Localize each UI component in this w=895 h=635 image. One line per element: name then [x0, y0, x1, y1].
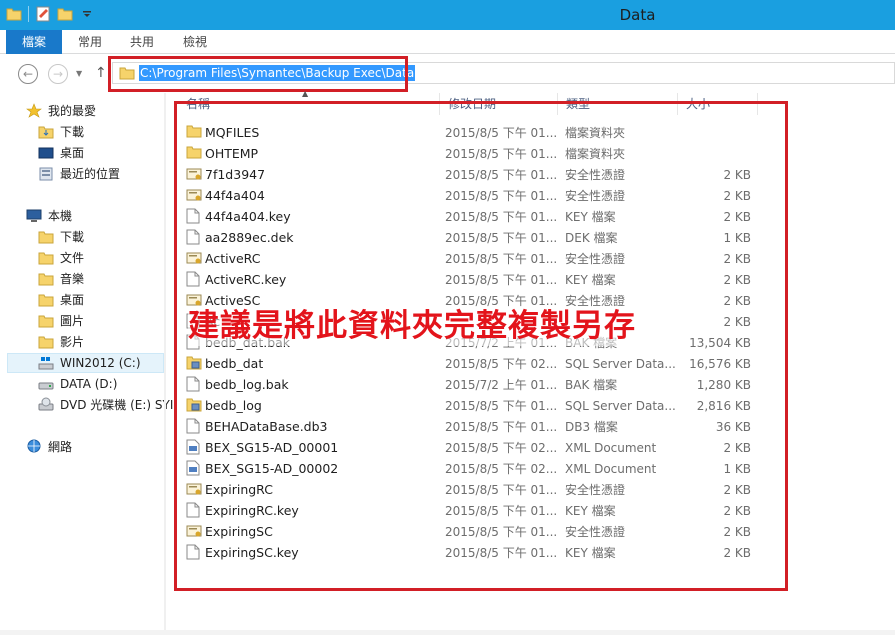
sidebar-item-favorites[interactable]: 我的最愛 [26, 101, 96, 121]
recent-locations-dropdown[interactable]: ▼ [76, 69, 82, 78]
folder-icon [38, 229, 54, 245]
sidebar-scrollbar[interactable] [164, 93, 166, 635]
arrow-up-icon: ↑ [95, 65, 107, 81]
forward-button[interactable]: → [48, 64, 68, 84]
sidebar-item-drive-d[interactable]: DATA (D:) [38, 374, 117, 394]
tab-share[interactable]: 共用 [122, 30, 162, 54]
sidebar-item-label: 最近的位置 [60, 167, 121, 181]
sidebar-item-label: 桌面 [60, 146, 85, 160]
sidebar-item-label: 圖片 [60, 314, 85, 328]
sidebar-item-videos[interactable]: 影片 [38, 332, 84, 352]
sidebar-item-label: 我的最愛 [48, 104, 97, 118]
sidebar-item-label: 影片 [60, 335, 85, 349]
sidebar-item-label: DATA (D:) [60, 377, 118, 391]
sidebar-item-network[interactable]: 網路 [26, 437, 72, 457]
sidebar-item-downloads[interactable]: 下載 [38, 122, 84, 142]
tab-view[interactable]: 檢視 [175, 30, 215, 54]
sidebar-item-desktop[interactable]: 桌面 [38, 143, 84, 163]
sidebar-item-label: 桌面 [60, 293, 85, 307]
sidebar-item-label: 下載 [60, 230, 85, 244]
sidebar-item-label: 本機 [48, 209, 73, 223]
drive-icon [38, 355, 54, 371]
sidebar-item-music[interactable]: 音樂 [38, 269, 84, 289]
sidebar-item-documents[interactable]: 文件 [38, 248, 84, 268]
folder-icon [38, 271, 54, 287]
desktop-icon [38, 145, 54, 161]
folder-icon [38, 292, 54, 308]
ribbon: 檔案 常用 共用 檢視 [0, 30, 895, 54]
sidebar-item-label: 文件 [60, 251, 85, 265]
sidebar-item-label: DVD 光碟機 (E:) SYI [60, 398, 174, 412]
sidebar-item-label: 音樂 [60, 272, 85, 286]
drive-icon [38, 376, 54, 392]
sidebar-item-pc-downloads[interactable]: 下載 [38, 227, 84, 247]
sidebar-item-pc-desktop[interactable]: 桌面 [38, 290, 84, 310]
arrow-left-icon: ← [22, 67, 34, 81]
computer-icon [26, 208, 42, 224]
title-bar[interactable]: Data [0, 0, 895, 30]
back-button[interactable]: ← [18, 64, 38, 84]
status-bar [0, 630, 895, 635]
folder-icon [38, 250, 54, 266]
address-highlight-box [108, 56, 408, 92]
sidebar-item-this-pc[interactable]: 本機 [26, 206, 72, 226]
folder-icon [38, 124, 54, 140]
sidebar-item-recent[interactable]: 最近的位置 [38, 164, 120, 184]
navigation-pane: 我的最愛 下載 桌面 最近的位置 本機 下載 文件 音樂 桌面 圖片 影片 WI… [0, 93, 173, 635]
star-icon [26, 103, 42, 119]
network-icon [26, 439, 42, 455]
recent-icon [38, 166, 54, 182]
dvd-icon [38, 397, 54, 413]
up-button[interactable]: ↑ [95, 65, 107, 81]
sidebar-item-dvd-drive[interactable]: DVD 光碟機 (E:) SYI [38, 395, 173, 415]
annotation-text: 建議是將此資料夾完整複製另存 [188, 306, 636, 346]
sidebar-item-label: 下載 [60, 125, 85, 139]
folder-icon [38, 313, 54, 329]
folder-icon [38, 334, 54, 350]
tab-home[interactable]: 常用 [70, 30, 110, 54]
sidebar-item-pictures[interactable]: 圖片 [38, 311, 84, 331]
tab-file[interactable]: 檔案 [6, 30, 62, 54]
sidebar-item-label: WIN2012 (C:) [60, 356, 141, 370]
sidebar-item-drive-c[interactable]: WIN2012 (C:) [7, 353, 164, 373]
window-title: Data [619, 6, 656, 24]
sidebar-item-label: 網路 [48, 440, 73, 454]
arrow-right-icon: → [52, 67, 64, 81]
file-list-highlight-box [174, 101, 788, 591]
